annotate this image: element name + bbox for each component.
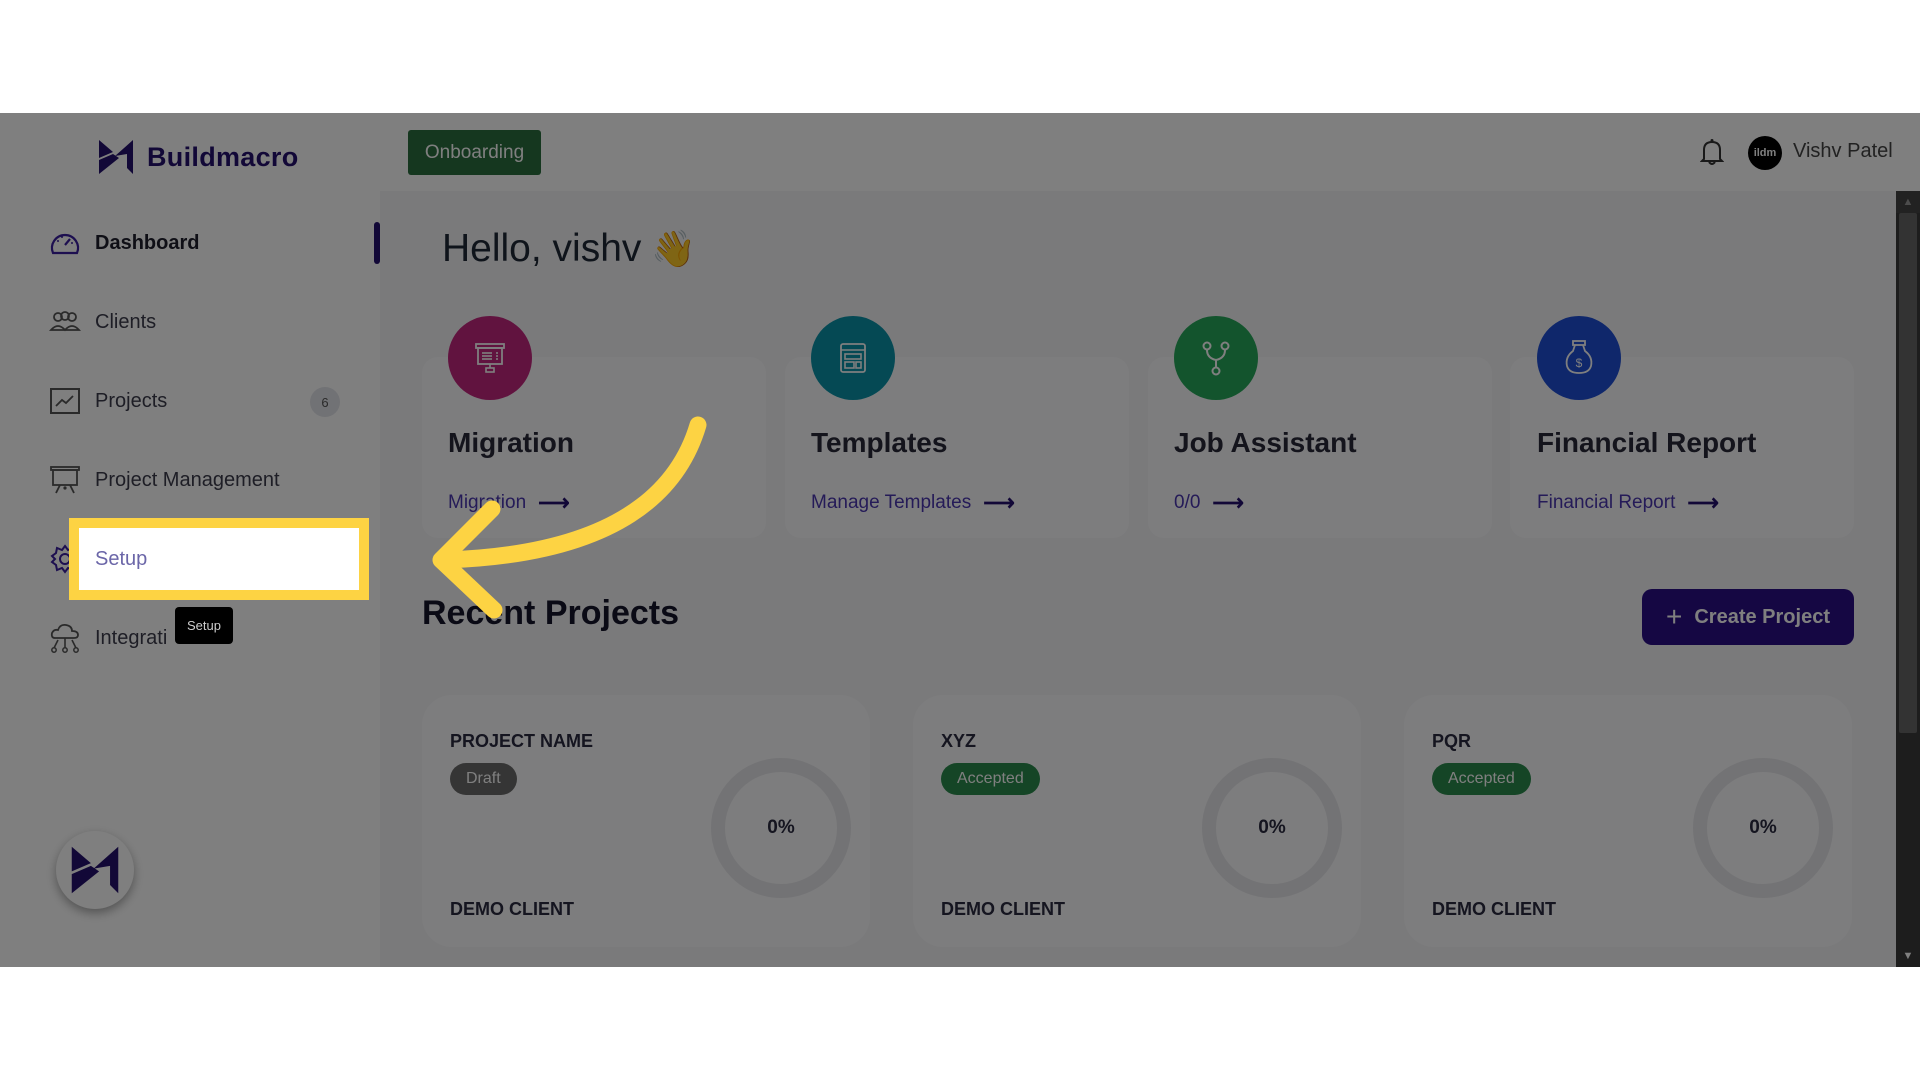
scroll-up-arrow-icon[interactable]: ▲ <box>1896 191 1920 213</box>
main-scrollbar[interactable]: ▲ ▼ <box>1896 191 1920 967</box>
presentation-icon <box>448 316 532 400</box>
buildmacro-logo-icon <box>71 846 119 894</box>
arrow-right-icon: ⟶ <box>983 490 1015 515</box>
user-name[interactable]: Vishv Patel <box>1793 140 1893 163</box>
projects-chart-icon <box>48 384 82 418</box>
clients-group-icon <box>48 305 82 339</box>
onboarding-button[interactable]: Onboarding <box>408 130 541 175</box>
status-badge: Draft <box>450 763 517 795</box>
project-name: PROJECT NAME <box>450 731 594 751</box>
setup-tooltip: Setup <box>175 607 233 644</box>
progress-percent: 0% <box>767 817 795 838</box>
waving-hand-icon: 👋 <box>651 228 697 269</box>
project-card[interactable]: PQR Accepted DEMO CLIENT 0% <box>1404 695 1852 947</box>
manage-templates-link[interactable]: Manage Templates ⟶ <box>811 490 1015 516</box>
sidebar-item-clients[interactable]: Clients <box>48 297 348 347</box>
brand-logo[interactable]: Buildmacro <box>97 138 299 176</box>
brand-name: Buildmacro <box>147 141 299 172</box>
plus-icon: + <box>1666 601 1683 632</box>
project-name: XYZ <box>941 731 977 751</box>
sidebar-item-projects[interactable]: Projects <box>48 376 348 426</box>
cloud-network-icon <box>48 621 82 655</box>
presentation-board-icon <box>48 463 82 497</box>
sidebar-item-dashboard[interactable]: Dashboard <box>48 218 348 268</box>
template-layout-icon <box>811 316 895 400</box>
highlight-label: Setup <box>95 547 148 570</box>
feature-title: Migration <box>448 427 574 458</box>
svg-text:$: $ <box>1576 356 1583 370</box>
project-card[interactable]: XYZ Accepted DEMO CLIENT 0% <box>913 695 1361 947</box>
link-label: Financial Report <box>1537 492 1676 513</box>
sidebar-item-label: Integrati <box>95 626 168 649</box>
sidebar-item-label: Clients <box>95 310 157 333</box>
arrow-right-icon: ⟶ <box>538 490 570 515</box>
greeting-text: Hello, vishv <box>442 227 642 270</box>
sidebar-item-project-management[interactable]: Project Management <box>48 455 348 505</box>
create-project-button[interactable]: + Create Project <box>1642 589 1854 645</box>
buildmacro-logo-icon <box>99 140 133 174</box>
sidebar-item-label: Projects <box>95 389 168 412</box>
financial-report-link[interactable]: Financial Report ⟶ <box>1537 490 1719 516</box>
money-bag-icon: $ <box>1537 316 1621 400</box>
job-assistant-link[interactable]: 0/0 ⟶ <box>1174 490 1244 516</box>
scroll-thumb[interactable] <box>1899 213 1917 733</box>
dashboard-gauge-icon <box>48 226 82 260</box>
bell-icon[interactable] <box>1699 138 1725 166</box>
progress-percent: 0% <box>1749 817 1777 838</box>
sidebar-item-label: Project Management <box>95 468 280 491</box>
status-badge: Accepted <box>941 763 1040 795</box>
feature-title: Financial Report <box>1537 427 1757 458</box>
link-label: Migration <box>448 492 527 513</box>
arrow-right-icon: ⟶ <box>1687 490 1719 515</box>
feature-title: Templates <box>811 427 948 458</box>
recent-projects-heading: Recent Projects <box>422 594 679 632</box>
dashboard-main: Hello, vishv 👋 $ Migration Templates Job… <box>380 191 1896 967</box>
sidebar-item-label: Dashboard <box>95 231 200 254</box>
progress-percent: 0% <box>1258 817 1286 838</box>
status-badge: Accepted <box>1432 763 1531 795</box>
link-label: 0/0 <box>1174 492 1201 513</box>
top-header: Onboarding ildm Vishv Patel <box>380 113 1920 191</box>
scroll-down-arrow-icon[interactable]: ▼ <box>1896 945 1920 967</box>
client-name: DEMO CLIENT <box>1432 899 1556 919</box>
arrow-right-icon: ⟶ <box>1212 490 1244 515</box>
migration-link[interactable]: Migration ⟶ <box>448 490 570 516</box>
highlighted-setup-item[interactable]: Setup <box>69 518 369 600</box>
client-name: DEMO CLIENT <box>941 899 1065 919</box>
app-window: Buildmacro Dashboard Clients Projects 6 <box>0 113 1920 967</box>
create-project-label: Create Project <box>1694 605 1830 628</box>
buildmacro-floating-button[interactable] <box>56 831 134 909</box>
avatar[interactable]: ildm <box>1748 136 1782 170</box>
client-name: DEMO CLIENT <box>450 899 574 919</box>
project-name: PQR <box>1432 731 1472 751</box>
project-card[interactable]: PROJECT NAME Draft DEMO CLIENT 0% <box>422 695 870 947</box>
fork-icon <box>1174 316 1258 400</box>
feature-title: Job Assistant <box>1174 427 1357 458</box>
greeting-heading: Hello, vishv 👋 <box>442 227 696 271</box>
projects-count-badge: 6 <box>310 387 340 417</box>
link-label: Manage Templates <box>811 492 972 513</box>
